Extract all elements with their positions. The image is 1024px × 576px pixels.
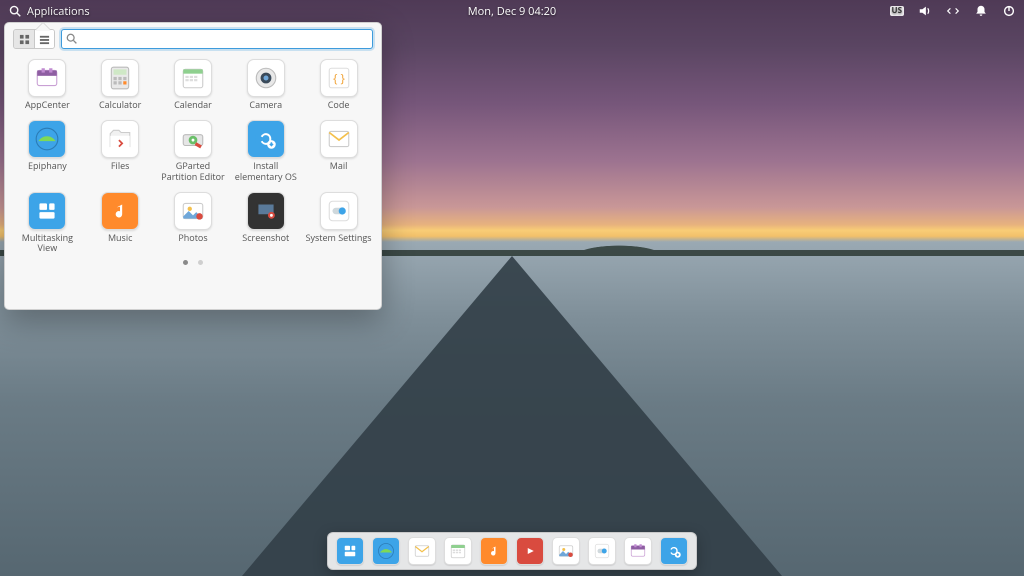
app-launcher-files[interactable]: Files	[84, 120, 156, 182]
grid-view-button[interactable]	[14, 30, 34, 48]
app-label: Files	[111, 161, 130, 171]
app-launcher-appcenter[interactable]: AppCenter	[11, 59, 83, 110]
app-label: Epiphany	[28, 161, 67, 171]
app-label: Multitasking View	[11, 233, 83, 254]
app-label: GParted Partition Editor	[157, 161, 229, 182]
installer-icon	[247, 120, 285, 158]
dock-item-appcenter[interactable]	[624, 537, 652, 565]
dock	[327, 532, 697, 570]
music-icon	[101, 192, 139, 230]
app-label: Mail	[330, 161, 348, 171]
app-label: Music	[108, 233, 133, 243]
svg-text:{ }: { }	[333, 70, 346, 86]
dock-item-multitask[interactable]	[336, 537, 364, 565]
sound-icon[interactable]	[918, 4, 932, 18]
app-launcher-settings[interactable]: System Settings	[303, 192, 375, 254]
calendar-icon	[174, 59, 212, 97]
dock-item-installer[interactable]	[660, 537, 688, 565]
network-icon[interactable]	[946, 4, 960, 18]
app-launcher-screenshot[interactable]: Screenshot	[230, 192, 302, 254]
clock-text: Mon, Dec 9 04:20	[468, 4, 556, 19]
app-menu-header	[5, 23, 381, 55]
dock-item-mail[interactable]	[408, 537, 436, 565]
app-label: Screenshot	[242, 233, 289, 243]
search-input[interactable]	[61, 29, 373, 49]
app-label: Code	[328, 100, 350, 110]
notifications-icon[interactable]	[974, 4, 988, 18]
keyboard-layout-indicator[interactable]: US	[890, 6, 904, 16]
app-label: Install elementary OS	[230, 161, 302, 182]
files-icon	[101, 120, 139, 158]
mail-icon	[320, 120, 358, 158]
settings-icon	[320, 192, 358, 230]
code-icon: { }	[320, 59, 358, 97]
app-launcher-multitask[interactable]: Multitasking View	[11, 192, 83, 254]
page-dot-2[interactable]	[198, 260, 203, 265]
view-mode-segmented	[13, 29, 55, 49]
gparted-icon	[174, 120, 212, 158]
calculator-icon	[101, 59, 139, 97]
epiphany-icon	[28, 120, 66, 158]
app-label: Photos	[178, 233, 207, 243]
page-dot-1[interactable]	[183, 260, 188, 265]
dock-item-photos[interactable]	[552, 537, 580, 565]
camera-icon	[247, 59, 285, 97]
app-label: System Settings	[306, 233, 372, 243]
search-icon	[8, 4, 22, 18]
power-icon[interactable]	[1002, 4, 1016, 18]
app-launcher-installer[interactable]: Install elementary OS	[230, 120, 302, 182]
app-launcher-code[interactable]: { } Code	[303, 59, 375, 110]
app-launcher-music[interactable]: Music	[84, 192, 156, 254]
category-view-button[interactable]	[34, 30, 54, 48]
app-grid: AppCenter Calculator Calendar Camera { }…	[5, 55, 381, 254]
app-launcher-photos[interactable]: Photos	[157, 192, 229, 254]
app-label: Camera	[249, 100, 282, 110]
app-launcher-calculator[interactable]: Calculator	[84, 59, 156, 110]
dock-item-settings[interactable]	[588, 537, 616, 565]
search-wrap	[61, 29, 373, 49]
dock-item-videos[interactable]	[516, 537, 544, 565]
appcenter-icon	[28, 59, 66, 97]
app-label: AppCenter	[25, 100, 70, 110]
dock-item-epiphany[interactable]	[372, 537, 400, 565]
dock-item-calendar[interactable]	[444, 537, 472, 565]
multitask-icon	[28, 192, 66, 230]
app-launcher-epiphany[interactable]: Epiphany	[11, 120, 83, 182]
app-label: Calculator	[99, 100, 141, 110]
applications-popover: AppCenter Calculator Calendar Camera { }…	[4, 22, 382, 310]
app-launcher-gparted[interactable]: GParted Partition Editor	[157, 120, 229, 182]
clock[interactable]: Mon, Dec 9 04:20	[468, 4, 556, 19]
app-label: Calendar	[174, 100, 212, 110]
dock-item-music[interactable]	[480, 537, 508, 565]
top-panel: Applications Mon, Dec 9 04:20 US	[0, 0, 1024, 22]
app-launcher-calendar[interactable]: Calendar	[157, 59, 229, 110]
page-indicator	[5, 260, 381, 265]
app-launcher-mail[interactable]: Mail	[303, 120, 375, 182]
app-launcher-camera[interactable]: Camera	[230, 59, 302, 110]
search-icon	[65, 32, 78, 45]
screenshot-icon	[247, 192, 285, 230]
photos-icon	[174, 192, 212, 230]
